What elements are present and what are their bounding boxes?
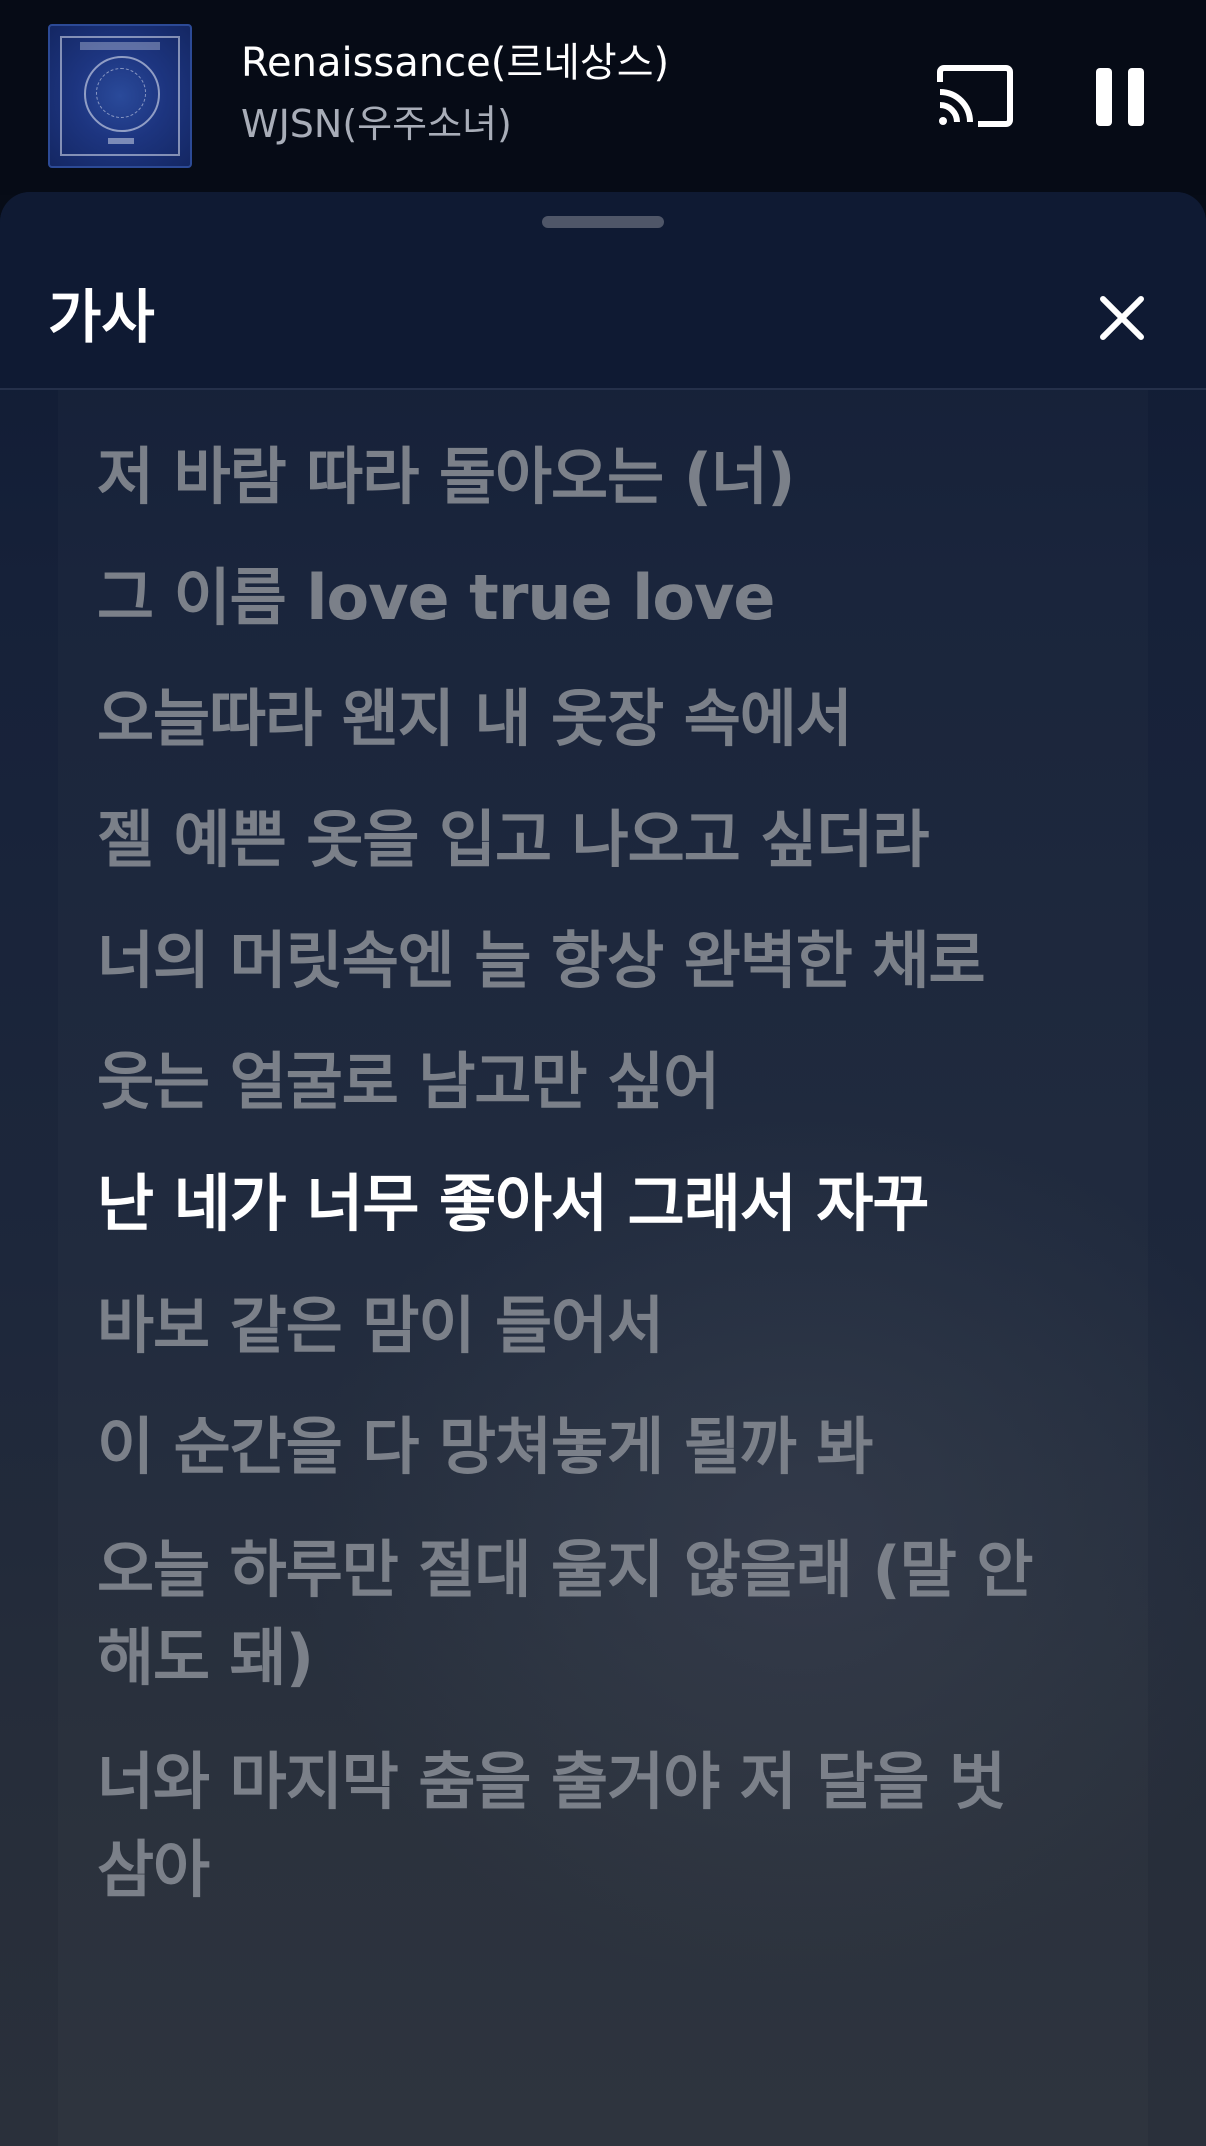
lyric-line[interactable]: 오늘따라 왠지 내 옷장 속에서	[97, 675, 1057, 763]
pause-icon	[1096, 68, 1144, 126]
album-cover[interactable]	[48, 24, 192, 168]
lyric-line-active[interactable]: 난 네가 너무 좋아서 그래서 자꾸	[97, 1160, 1057, 1248]
cast-button[interactable]	[936, 62, 1014, 130]
cast-icon	[937, 65, 1013, 127]
album-cover-tag	[108, 138, 134, 144]
close-icon	[1100, 296, 1144, 340]
lyrics-sheet-title: 가사	[48, 283, 155, 351]
lyric-line[interactable]: 너와 마지막 춤을 출거야 저 달을 벗 삼아	[97, 1738, 1057, 1914]
song-artist: WJSN(우주소녀)	[241, 102, 512, 146]
album-cover-emblem-inner	[96, 68, 146, 118]
lyric-line[interactable]: 너의 머릿속엔 늘 항상 완벽한 채로	[97, 917, 1057, 1005]
album-cover-banner	[80, 42, 160, 50]
lyrics-sheet-header: 가사	[0, 192, 1206, 390]
mini-player[interactable]: Renaissance(르네상스) WJSN(우주소녀)	[0, 0, 1206, 195]
close-button[interactable]	[1098, 294, 1146, 342]
song-title: Renaissance(르네상스)	[241, 40, 670, 86]
lyric-line[interactable]: 그 이름 love true love	[97, 554, 1057, 642]
lyric-line[interactable]: 젤 예쁜 옷을 입고 나오고 싶더라	[97, 796, 1057, 884]
lyrics-sheet[interactable]: 가사 가장 아름다운 표정으로No way 저 달빛 따라 Go away저 바…	[0, 192, 1206, 2146]
lyric-line[interactable]: 오늘 하루만 절대 울지 않을래 (말 안 해도 돼)	[97, 1526, 1057, 1702]
pause-button[interactable]	[1092, 66, 1148, 128]
lyric-line[interactable]: 웃는 얼굴로 남고만 싶어	[97, 1038, 1057, 1126]
lyric-line[interactable]: 바보 같은 맘이 들어서	[97, 1282, 1057, 1370]
lyric-line[interactable]: 저 바람 따라 돌아오는 (너)	[97, 433, 1057, 521]
lyric-line[interactable]: 이 순간을 다 망쳐놓게 될까 봐	[97, 1403, 1057, 1491]
drag-handle[interactable]	[542, 216, 664, 228]
